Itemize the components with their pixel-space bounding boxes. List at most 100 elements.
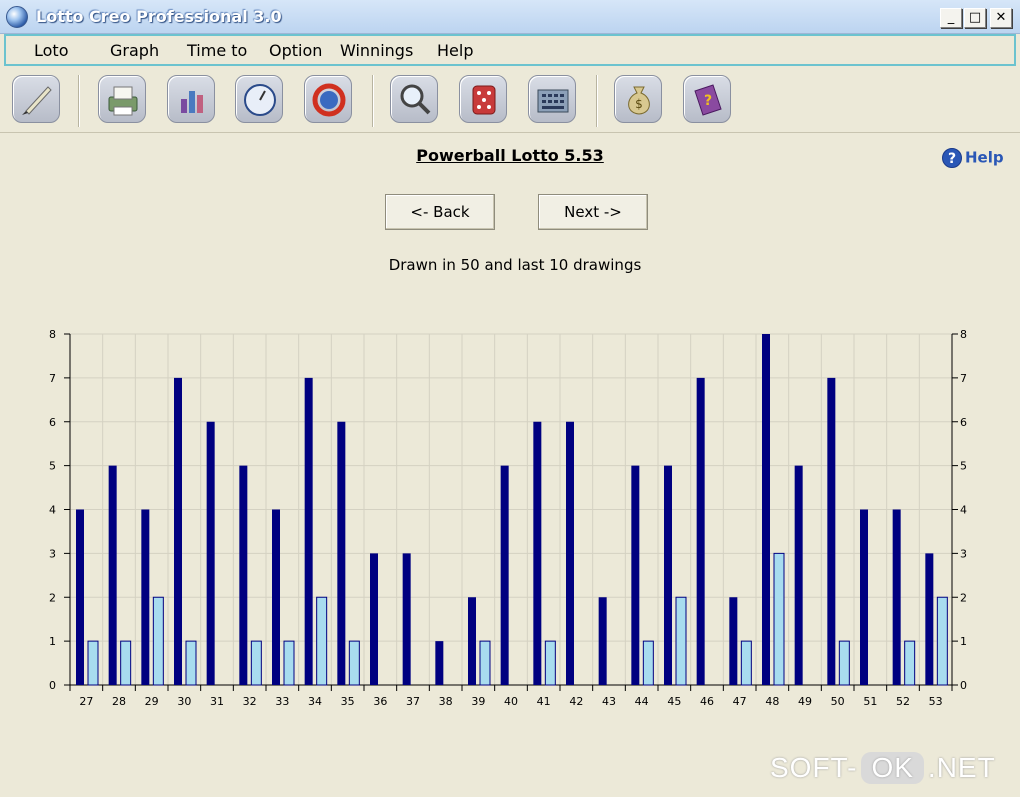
x-tick-label: 27 [79,695,93,708]
y-tick-label-left: 5 [49,460,56,473]
bar-series1 [500,465,509,685]
bar-series1 [566,421,574,685]
y-tick-label-left: 1 [49,635,56,648]
app-globe-icon [6,6,28,28]
bar-series1 [76,509,84,685]
x-tick-label: 36 [373,695,387,708]
bar-series1 [925,553,934,685]
maximize-button[interactable]: □ [964,8,986,28]
bar-series2 [544,640,556,686]
y-tick-label-right: 8 [960,328,967,341]
bar-series1 [598,597,607,685]
y-tick-label-right: 0 [960,679,967,692]
dice-tool-button[interactable] [459,75,507,123]
bar-series1 [435,641,444,685]
magnifier-icon [400,84,431,115]
x-tick-label: 46 [700,695,714,708]
y-tick-label-right: 7 [960,372,967,385]
x-tick-label: 37 [406,695,420,708]
print-tool-button[interactable] [98,75,146,123]
svg-text:$: $ [635,97,643,111]
bar-series1 [696,377,705,685]
bar-series1 [272,509,280,685]
bar-series2 [642,640,654,686]
bar-series2 [185,640,197,686]
x-tick-label: 29 [145,695,159,708]
close-button[interactable]: ✕ [990,8,1012,28]
bar-series1 [892,509,901,685]
bar-series2 [250,640,262,686]
bar-series1 [370,553,378,685]
bar-series2 [936,596,948,686]
bar-series1 [402,553,411,685]
refresh-tool-button[interactable] [304,75,352,123]
bar-series2 [87,640,99,686]
title-bar: Lotto Creo Professional 3.0 _ □ ✕ [0,0,1020,34]
frequency-bar-chart: 0 01 12 23 34 45 56 67 78 827 28 29 30 31 32 33 34 35 36 37… [49,328,967,708]
pen-icon [22,86,52,115]
watermark-left: SOFT- [770,752,858,783]
print-icon [108,86,138,116]
page-title: Powerball Lotto 5.53 [416,146,604,165]
bar-series1 [729,597,738,685]
x-tick-label: 41 [537,695,551,708]
bar-series2 [316,596,328,686]
bar-series1 [762,334,770,685]
bar-series1 [533,421,542,685]
bar-series2 [120,640,132,686]
help-icon: ? [942,148,962,168]
x-tick-label: 28 [112,695,126,708]
help-link[interactable]: ? Help [942,148,1004,168]
x-tick-label: 44 [635,695,649,708]
winnings-tool-button[interactable]: $ [614,75,662,123]
bar-series1 [108,465,117,685]
pen-tool-button[interactable] [12,75,60,123]
bar-series1 [337,421,346,685]
y-tick-label-left: 6 [49,416,56,429]
clock-tool-button[interactable] [235,75,283,123]
x-tick-label: 52 [896,695,910,708]
menu-help[interactable]: Help [437,41,473,60]
x-tick-label: 43 [602,695,616,708]
menu-option[interactable]: Option [269,41,322,60]
menu-winnings[interactable]: Winnings [340,41,413,60]
bar-series2 [773,552,785,686]
x-tick-label: 33 [275,695,289,708]
svg-text:?: ? [704,93,712,109]
help-book-tool-button[interactable]: ? [683,75,731,123]
clock-icon [244,84,276,116]
minimize-button[interactable]: _ [940,8,962,28]
chart-subtitle: Drawn in 50 and last 10 drawings [388,256,642,274]
bar-series2 [348,640,360,686]
x-tick-label: 48 [765,695,779,708]
toolbar-separator [372,75,374,127]
next-button[interactable]: Next -> [538,194,648,230]
dice-icon [472,85,496,115]
menu-bar: Loto Graph Time to Option Winnings Help [4,34,1016,66]
menu-loto[interactable]: Loto [34,41,68,60]
bar-series1 [239,465,248,685]
chart-tool-button[interactable] [167,75,215,123]
chart-icon [181,91,203,113]
x-tick-label: 47 [733,695,747,708]
toolbar-separator [596,75,598,127]
back-button[interactable]: <- Back [385,194,495,230]
menu-time-to[interactable]: Time to [187,41,247,60]
y-tick-label-right: 4 [960,504,967,517]
y-tick-label-right: 1 [960,635,967,648]
y-tick-label-left: 4 [49,504,56,517]
bar-series1 [860,509,868,685]
x-tick-label: 50 [831,695,845,708]
calculator-tool-button[interactable] [528,75,576,123]
y-tick-label-right: 6 [960,416,967,429]
watermark-ok: OK [861,752,924,784]
y-tick-label-left: 0 [49,679,56,692]
x-tick-label: 40 [504,695,518,708]
bar-series1 [664,465,672,685]
menu-graph[interactable]: Graph [110,41,159,60]
bar-series1 [631,465,640,685]
bar-series1 [827,377,836,685]
x-tick-label: 53 [929,695,943,708]
search-tool-button[interactable] [390,75,438,123]
refresh-icon [312,83,346,117]
